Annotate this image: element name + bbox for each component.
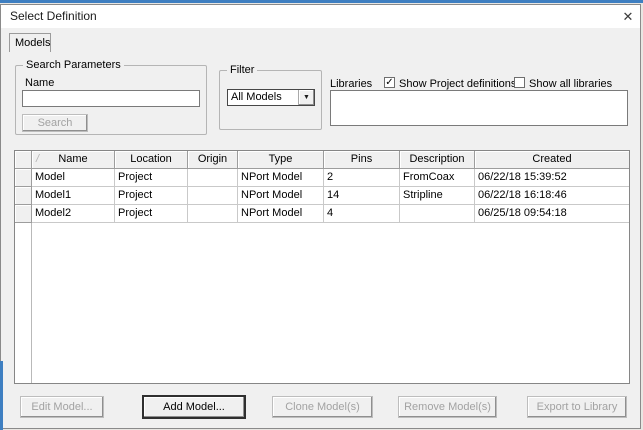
table-cell: 14: [324, 187, 400, 205]
dialog-title: Select Definition: [10, 5, 97, 28]
filter-selected-value: All Models: [231, 91, 282, 104]
row-header-cell[interactable]: [15, 187, 32, 205]
table-cell: Model1: [32, 187, 115, 205]
column-header-location[interactable]: Location: [115, 151, 188, 169]
table-cell: 06/25/18 09:54:18: [475, 205, 629, 223]
table-cell: Stripline: [400, 187, 475, 205]
export-to-library-button[interactable]: Export to Library: [527, 396, 627, 418]
search-button[interactable]: Search: [22, 114, 88, 132]
models-table: / Name Location Origin Type Pins Descrip…: [14, 150, 630, 384]
title-bar: Select Definition ✕: [1, 5, 640, 28]
table-cell: [188, 169, 238, 187]
table-cell: 06/22/18 15:39:52: [475, 169, 629, 187]
table-cell: NPort Model: [238, 169, 324, 187]
column-header-name[interactable]: / Name: [32, 151, 115, 169]
filter-group-label: Filter: [227, 64, 257, 76]
table-cell: Model2: [32, 205, 115, 223]
table-cell: [400, 205, 475, 223]
table-cell: Project: [115, 205, 188, 223]
grid-rows: ModelProject NPort Model2FromCoax06/22/18…: [15, 169, 629, 223]
show-project-definitions-checkbox[interactable]: ✓: [384, 77, 395, 88]
table-cell: Model: [32, 169, 115, 187]
remove-models-button[interactable]: Remove Model(s): [398, 396, 497, 418]
sort-ascending-icon: /: [36, 151, 39, 168]
tab-models[interactable]: Models: [9, 33, 51, 52]
table-cell: NPort Model: [238, 187, 324, 205]
name-label: Name: [25, 77, 54, 89]
table-row[interactable]: ModelProject NPort Model2FromCoax06/22/18…: [15, 169, 629, 187]
add-model-button[interactable]: Add Model...: [143, 396, 245, 418]
table-cell: NPort Model: [238, 205, 324, 223]
screen: Select Definition ✕ Models Search Parame…: [0, 0, 643, 430]
column-header-type[interactable]: Type: [238, 151, 324, 169]
table-cell: 2: [324, 169, 400, 187]
column-header-created[interactable]: Created: [475, 151, 629, 169]
show-project-definitions-label: Show Project definitions: [399, 78, 516, 90]
table-header-row: / Name Location Origin Type Pins Descrip…: [15, 151, 629, 169]
name-input[interactable]: [22, 90, 200, 107]
show-all-libraries-checkbox[interactable]: [514, 77, 525, 88]
table-cell: [188, 187, 238, 205]
show-all-libraries-label: Show all libraries: [529, 78, 612, 90]
search-parameters-group-label: Search Parameters: [23, 59, 124, 71]
clone-models-button[interactable]: Clone Model(s): [272, 396, 373, 418]
close-icon[interactable]: ✕: [616, 5, 640, 28]
background-app-accent-line: [0, 0, 643, 3]
column-header-origin[interactable]: Origin: [188, 151, 238, 169]
column-header-pins[interactable]: Pins: [324, 151, 400, 169]
table-cell: Project: [115, 187, 188, 205]
table-cell: 4: [324, 205, 400, 223]
background-app-edge-left: [0, 361, 3, 430]
column-header-description[interactable]: Description: [400, 151, 475, 169]
table-cell: [188, 205, 238, 223]
tab-models-label: Models: [15, 37, 50, 49]
table-row[interactable]: Model2Project NPort Model4 06/25/18 09:54:…: [15, 205, 629, 223]
libraries-listbox[interactable]: [330, 90, 628, 126]
row-header-cell[interactable]: [15, 205, 32, 223]
dropdown-arrow-button[interactable]: ▼: [298, 90, 314, 105]
chevron-down-icon: ▼: [303, 94, 310, 101]
libraries-label: Libraries: [330, 78, 372, 90]
checkmark-icon: ✓: [385, 78, 394, 87]
row-header-cell[interactable]: [15, 169, 32, 187]
table-corner-cell: [15, 151, 32, 169]
table-cell: FromCoax: [400, 169, 475, 187]
table-row[interactable]: Model1Project NPort Model14Stripline06/22…: [15, 187, 629, 205]
table-cell: 06/22/18 16:18:46: [475, 187, 629, 205]
edit-model-button[interactable]: Edit Model...: [20, 396, 104, 418]
table-cell: Project: [115, 169, 188, 187]
filter-dropdown[interactable]: All Models ▼: [227, 89, 315, 106]
